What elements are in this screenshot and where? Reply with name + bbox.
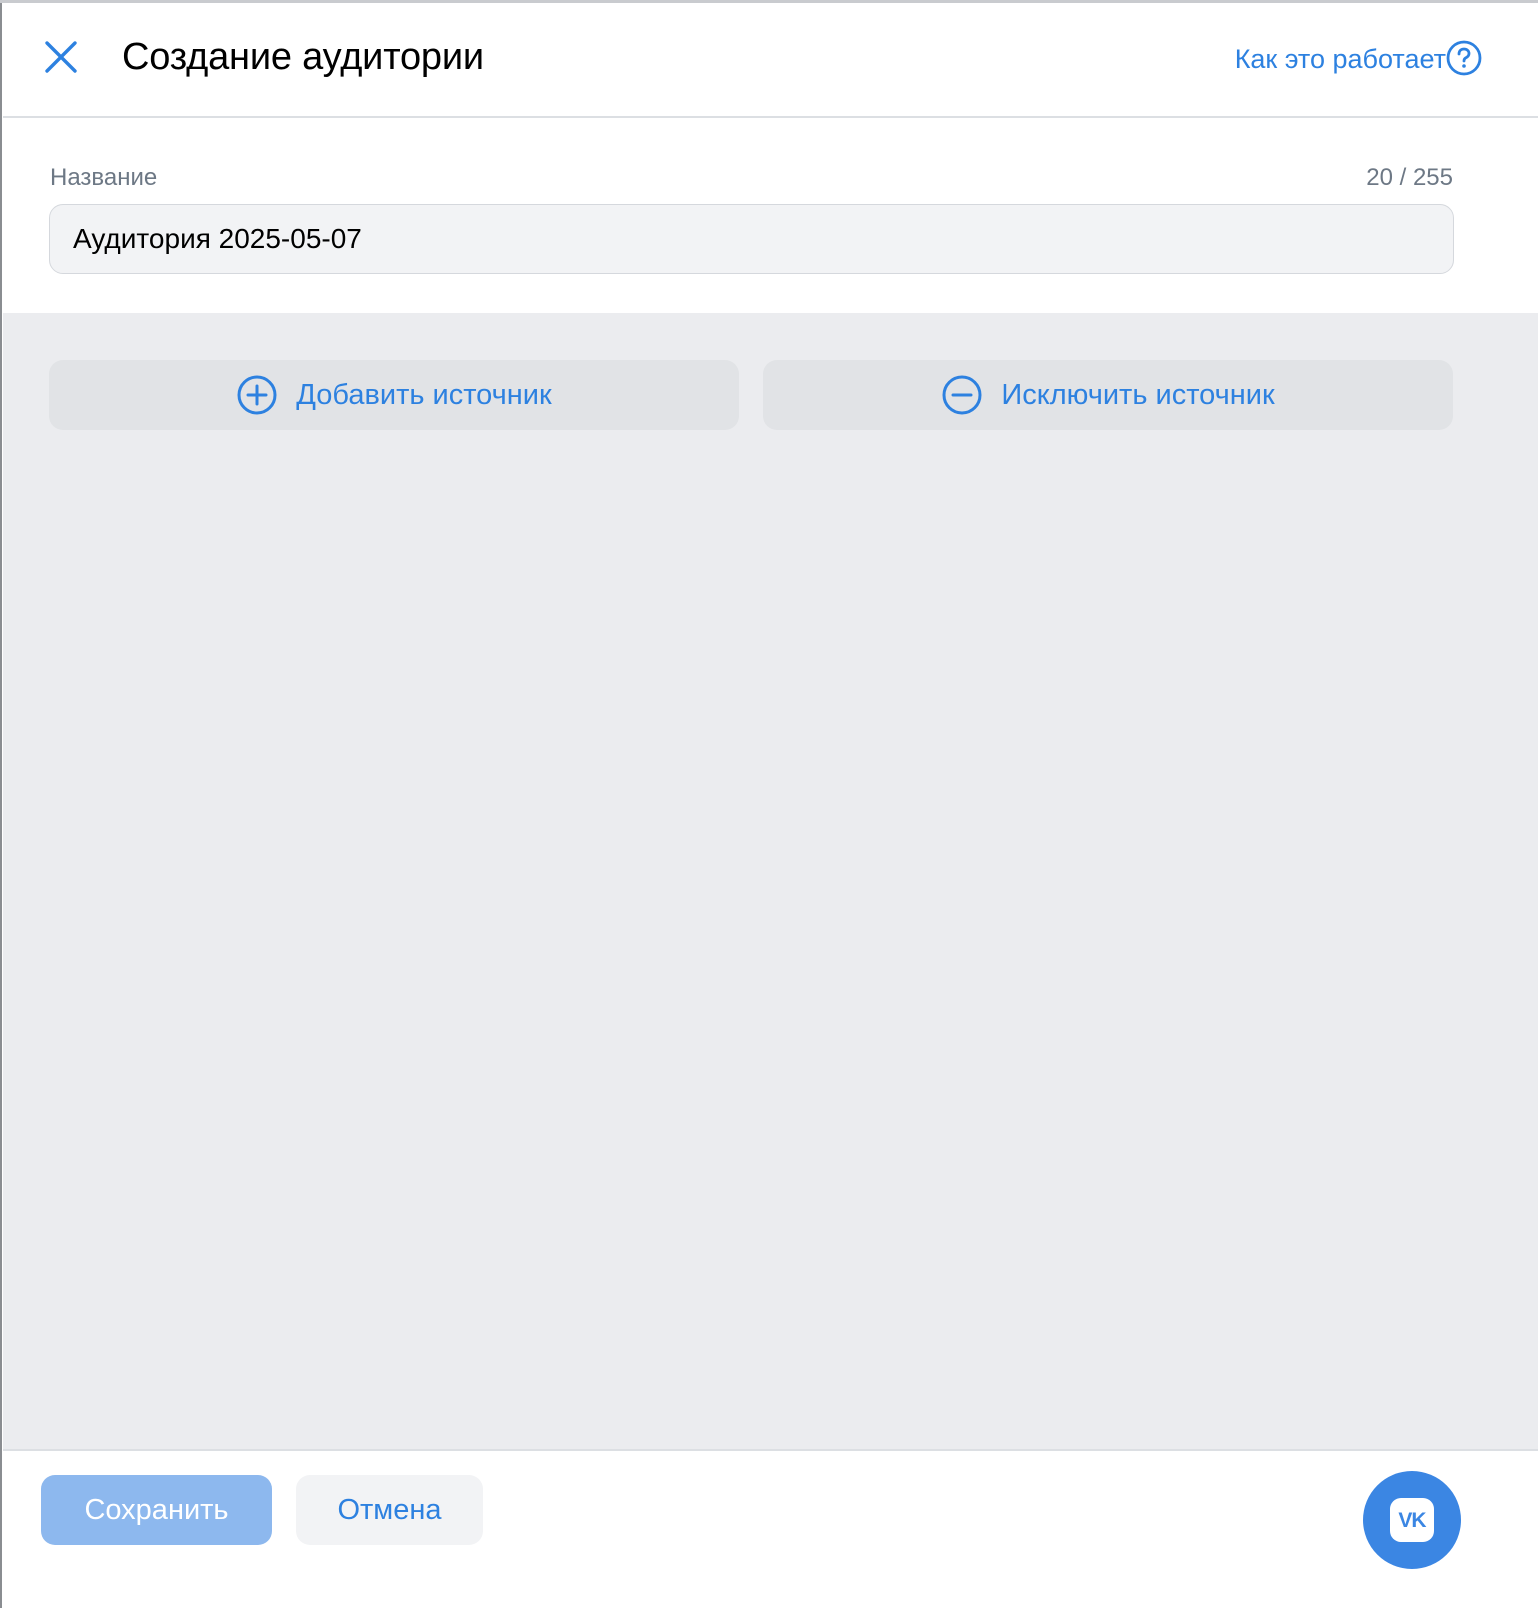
sources-area: Добавить источник Исключить источник: [3, 313, 1538, 1452]
close-icon: [45, 41, 77, 73]
audience-name-input[interactable]: [49, 204, 1454, 274]
help-circle-icon: [1446, 40, 1482, 76]
save-button[interactable]: Сохранить: [41, 1475, 272, 1545]
how-it-works-link[interactable]: Как это работает: [1235, 41, 1446, 77]
add-source-label: Добавить источник: [296, 379, 552, 411]
panel-header: Создание аудитории Как это работает: [3, 3, 1538, 118]
exclude-source-button[interactable]: Исключить источник: [763, 360, 1453, 430]
minus-circle-icon: [942, 375, 982, 415]
name-char-counter: 20 / 255: [1366, 164, 1453, 191]
name-field-section: Название 20 / 255: [3, 118, 1538, 313]
create-audience-panel: Создание аудитории Как это работает Назв…: [3, 3, 1538, 1610]
plus-circle-icon: [237, 375, 277, 415]
page-title: Создание аудитории: [122, 36, 484, 78]
exclude-source-label: Исключить источник: [1001, 379, 1275, 411]
vk-logo-text: VK: [1398, 1508, 1426, 1532]
cancel-button[interactable]: Отмена: [296, 1475, 483, 1545]
add-source-button[interactable]: Добавить источник: [49, 360, 739, 430]
window-left-edge: [0, 0, 2, 1608]
panel-footer: Сохранить Отмена VK: [3, 1449, 1538, 1610]
vk-logo-icon: VK: [1390, 1498, 1434, 1542]
name-field-label: Название: [50, 164, 158, 191]
vk-help-fab[interactable]: VK: [1363, 1471, 1461, 1569]
help-button[interactable]: [1445, 39, 1483, 77]
close-button[interactable]: [41, 37, 81, 77]
